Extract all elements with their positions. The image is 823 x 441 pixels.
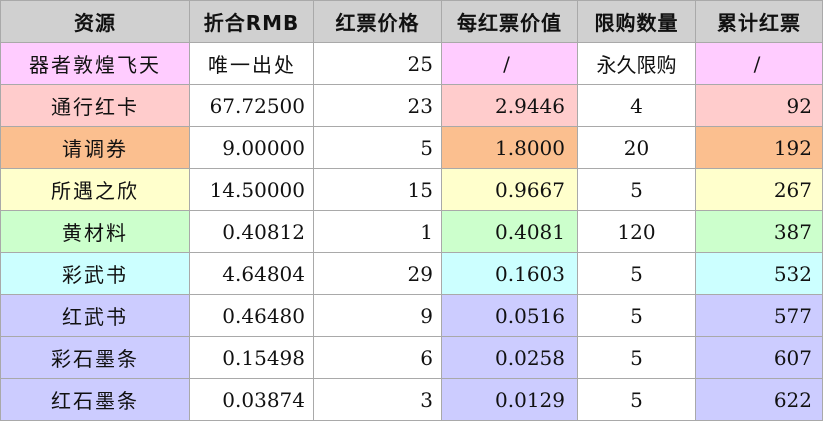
table-row: 请调券 9.00000 5 1.8000 20 192 xyxy=(0,126,823,169)
cell-value-per-ticket: 0.1603 xyxy=(441,252,578,295)
cell-resource: 红石墨条 xyxy=(0,378,190,421)
cell-cumulative-tickets: / xyxy=(695,42,823,85)
cell-rmb: 14.50000 xyxy=(189,168,314,211)
cell-purchase-limit: 4 xyxy=(577,84,696,127)
cell-value-per-ticket: 0.0258 xyxy=(441,336,578,379)
cell-ticket-price: 25 xyxy=(313,42,442,85)
header-ticket-price: 红票价格 xyxy=(313,0,442,43)
cell-value-per-ticket: 0.0516 xyxy=(441,294,578,337)
cell-ticket-price: 1 xyxy=(313,210,442,253)
cell-cumulative-tickets: 192 xyxy=(695,126,823,169)
cell-purchase-limit: 5 xyxy=(577,294,696,337)
cell-resource: 红武书 xyxy=(0,294,190,337)
resource-table: 资源 折合RMB 红票价格 每红票价值 限购数量 累计红票 器者敦煌飞天 唯一出处… xyxy=(0,0,823,421)
cell-purchase-limit: 永久限购 xyxy=(577,42,696,85)
cell-ticket-price: 9 xyxy=(313,294,442,337)
cell-rmb: 唯一出处 xyxy=(189,42,314,85)
cell-resource: 黄材料 xyxy=(0,210,190,253)
cell-cumulative-tickets: 267 xyxy=(695,168,823,211)
cell-purchase-limit: 5 xyxy=(577,252,696,295)
header-rmb: 折合RMB xyxy=(189,0,314,43)
cell-ticket-price: 15 xyxy=(313,168,442,211)
cell-rmb: 4.64804 xyxy=(189,252,314,295)
cell-purchase-limit: 20 xyxy=(577,126,696,169)
header-row: 资源 折合RMB 红票价格 每红票价值 限购数量 累计红票 xyxy=(0,0,823,43)
cell-ticket-price: 3 xyxy=(313,378,442,421)
cell-resource: 器者敦煌飞天 xyxy=(0,42,190,85)
header-value-per-ticket: 每红票价值 xyxy=(441,0,578,43)
cell-rmb: 9.00000 xyxy=(189,126,314,169)
table-row: 器者敦煌飞天 唯一出处 25/永久限购 / xyxy=(0,42,823,85)
cell-resource: 彩石墨条 xyxy=(0,336,190,379)
header-resource: 资源 xyxy=(0,0,190,43)
cell-rmb: 67.72500 xyxy=(189,84,314,127)
table-body: 器者敦煌飞天 唯一出处 25/永久限购 / 通行红卡 67.72500 23 2.9446 4 9… xyxy=(0,42,823,421)
header-cumulative-tickets: 累计红票 xyxy=(695,0,823,43)
cell-purchase-limit: 120 xyxy=(577,210,696,253)
cell-rmb: 0.15498 xyxy=(189,336,314,379)
cell-value-per-ticket: 0.0129 xyxy=(441,378,578,421)
cell-resource: 彩武书 xyxy=(0,252,190,295)
cell-rmb: 0.46480 xyxy=(189,294,314,337)
cell-value-per-ticket: 2.9446 xyxy=(441,84,578,127)
cell-rmb: 0.03874 xyxy=(189,378,314,421)
header-purchase-limit: 限购数量 xyxy=(577,0,696,43)
cell-resource: 请调券 xyxy=(0,126,190,169)
cell-ticket-price: 29 xyxy=(313,252,442,295)
cell-ticket-price: 6 xyxy=(313,336,442,379)
cell-value-per-ticket: / xyxy=(441,42,578,85)
cell-ticket-price: 5 xyxy=(313,126,442,169)
cell-cumulative-tickets: 387 xyxy=(695,210,823,253)
cell-purchase-limit: 5 xyxy=(577,378,696,421)
cell-value-per-ticket: 0.9667 xyxy=(441,168,578,211)
cell-cumulative-tickets: 622 xyxy=(695,378,823,421)
cell-value-per-ticket: 0.4081 xyxy=(441,210,578,253)
cell-purchase-limit: 5 xyxy=(577,168,696,211)
cell-cumulative-tickets: 532 xyxy=(695,252,823,295)
table-row: 黄材料 0.40812 1 0.4081 120 387 xyxy=(0,210,823,253)
cell-rmb: 0.40812 xyxy=(189,210,314,253)
table-row: 红武书 0.46480 9 0.0516 5 577 xyxy=(0,294,823,337)
table-row: 彩石墨条 0.15498 6 0.0258 5 607 xyxy=(0,336,823,379)
table-row: 通行红卡 67.72500 23 2.9446 4 92 xyxy=(0,84,823,127)
cell-cumulative-tickets: 607 xyxy=(695,336,823,379)
table-row: 所遇之欣 14.50000 15 0.9667 5 267 xyxy=(0,168,823,211)
cell-purchase-limit: 5 xyxy=(577,336,696,379)
cell-cumulative-tickets: 92 xyxy=(695,84,823,127)
table-row: 彩武书 4.64804 29 0.1603 5 532 xyxy=(0,252,823,295)
cell-resource: 所遇之欣 xyxy=(0,168,190,211)
cell-value-per-ticket: 1.8000 xyxy=(441,126,578,169)
cell-resource: 通行红卡 xyxy=(0,84,190,127)
cell-cumulative-tickets: 577 xyxy=(695,294,823,337)
cell-ticket-price: 23 xyxy=(313,84,442,127)
table-row: 红石墨条 0.03874 3 0.0129 5 622 xyxy=(0,378,823,421)
